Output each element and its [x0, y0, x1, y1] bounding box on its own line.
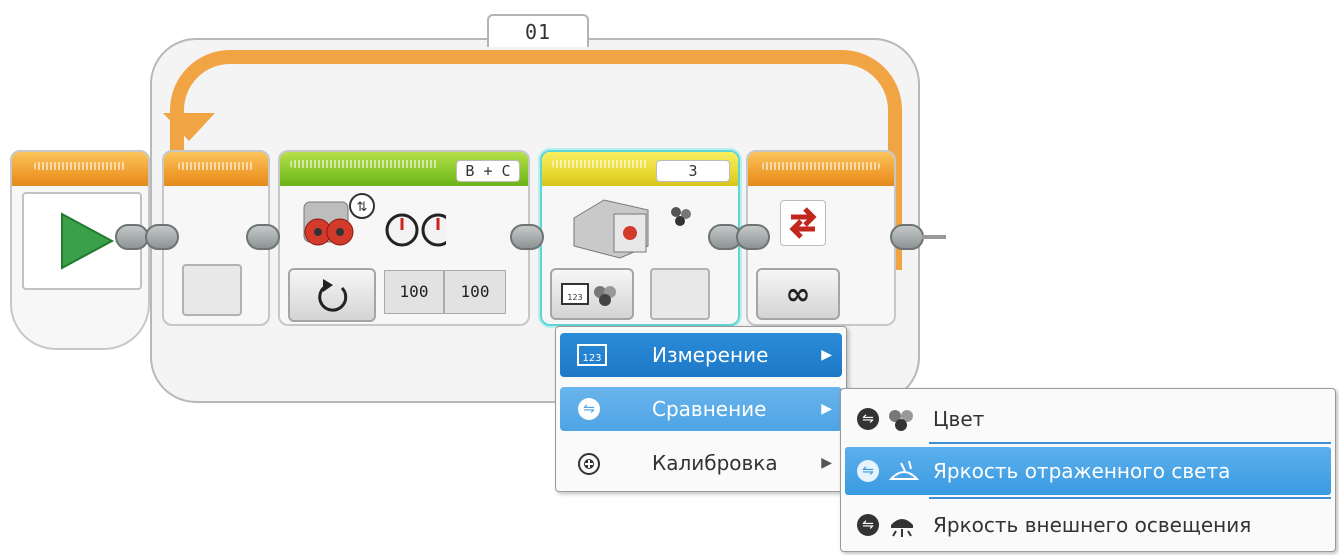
mode-menu: 123 Измерение ▶ ⇋ Сравнение ▶ Калибровка…	[555, 326, 847, 492]
chevron-right-icon: ▶	[821, 401, 832, 417]
ambient-light-icon	[887, 511, 917, 543]
power-left-input[interactable]: 100	[384, 270, 444, 314]
reflected-light-icon	[887, 457, 921, 489]
sensor-output-plug[interactable]	[650, 268, 710, 320]
loop-interrupt-input[interactable]	[182, 264, 242, 316]
svg-text:123: 123	[567, 293, 582, 302]
submenu-label-reflected-light: Яркость отраженного света	[933, 459, 1231, 483]
power-right-input[interactable]: 100	[444, 270, 506, 314]
sensor-port-label[interactable]: 3	[656, 160, 730, 182]
loop-mode-button[interactable]: ∞	[756, 268, 840, 320]
svg-text:∞: ∞	[786, 277, 811, 312]
loop-name-label[interactable]: 01	[487, 14, 589, 47]
menu-label-measure: Измерение	[652, 343, 769, 367]
move-tank-block[interactable]: B + C ⇅ 100 100	[278, 150, 530, 326]
submenu-separator	[929, 497, 1331, 499]
menu-separator	[626, 379, 834, 381]
rotate-on-icon	[318, 279, 348, 312]
sensor-mode-button[interactable]: 123	[550, 268, 634, 320]
tank-motor-icon: ⇅	[303, 193, 446, 247]
start-block[interactable]	[10, 150, 150, 350]
color-sensor-icon	[573, 199, 691, 259]
measure-color-mode-icon: 123	[561, 283, 616, 306]
submenu-separator	[929, 442, 1331, 444]
submenu-item-ambient-light[interactable]: ⇋ Яркость внешнего освещения	[845, 501, 1331, 549]
calibrate-icon	[576, 451, 602, 481]
color-dots-icon	[887, 407, 917, 437]
menu-label-compare: Сравнение	[652, 397, 767, 421]
compare-icon: ⇋	[857, 408, 879, 430]
compare-icon: ⇋	[578, 398, 600, 420]
menu-item-compare[interactable]: ⇋ Сравнение ▶	[560, 387, 842, 431]
chevron-right-icon: ▶	[821, 347, 832, 363]
menu-item-calibrate[interactable]: Калибровка ▶	[560, 441, 842, 485]
sequence-plug-loop-in[interactable]	[145, 224, 179, 250]
menu-label-calibrate: Калибровка	[652, 451, 778, 475]
submenu-item-reflected-light[interactable]: ⇋ Яркость отраженного света	[845, 447, 1331, 495]
ruler-123-icon: 123	[576, 341, 610, 373]
sequence-plug-sensor-in[interactable]	[510, 224, 544, 250]
sequence-wire	[922, 235, 946, 239]
svg-text:123: 123	[582, 353, 601, 364]
chevron-right-icon: ▶	[821, 455, 832, 471]
compare-submenu: ⇋ Цвет ⇋ Яркость отраженного света ⇋ Ярк…	[840, 388, 1336, 552]
sequence-plug-end-in[interactable]	[736, 224, 770, 250]
compare-icon: ⇋	[857, 460, 879, 482]
submenu-item-color[interactable]: ⇋ Цвет	[845, 395, 1331, 443]
sequence-plug-start[interactable]	[115, 224, 149, 250]
svg-text:⇅: ⇅	[357, 200, 368, 215]
menu-item-measure[interactable]: 123 Измерение ▶	[560, 333, 842, 377]
submenu-label-ambient-light: Яркость внешнего освещения	[933, 513, 1252, 537]
infinity-icon: ∞	[786, 277, 811, 312]
motor-port-label[interactable]: B + C	[456, 160, 520, 182]
loop-arrow-head-icon	[163, 113, 215, 141]
compare-icon: ⇋	[857, 514, 879, 536]
submenu-label-color: Цвет	[933, 407, 985, 431]
loop-return-icon	[780, 200, 826, 246]
sequence-plug-motor-in[interactable]	[246, 224, 280, 250]
motor-mode-button[interactable]	[288, 268, 376, 322]
sequence-plug-out[interactable]	[890, 224, 924, 250]
